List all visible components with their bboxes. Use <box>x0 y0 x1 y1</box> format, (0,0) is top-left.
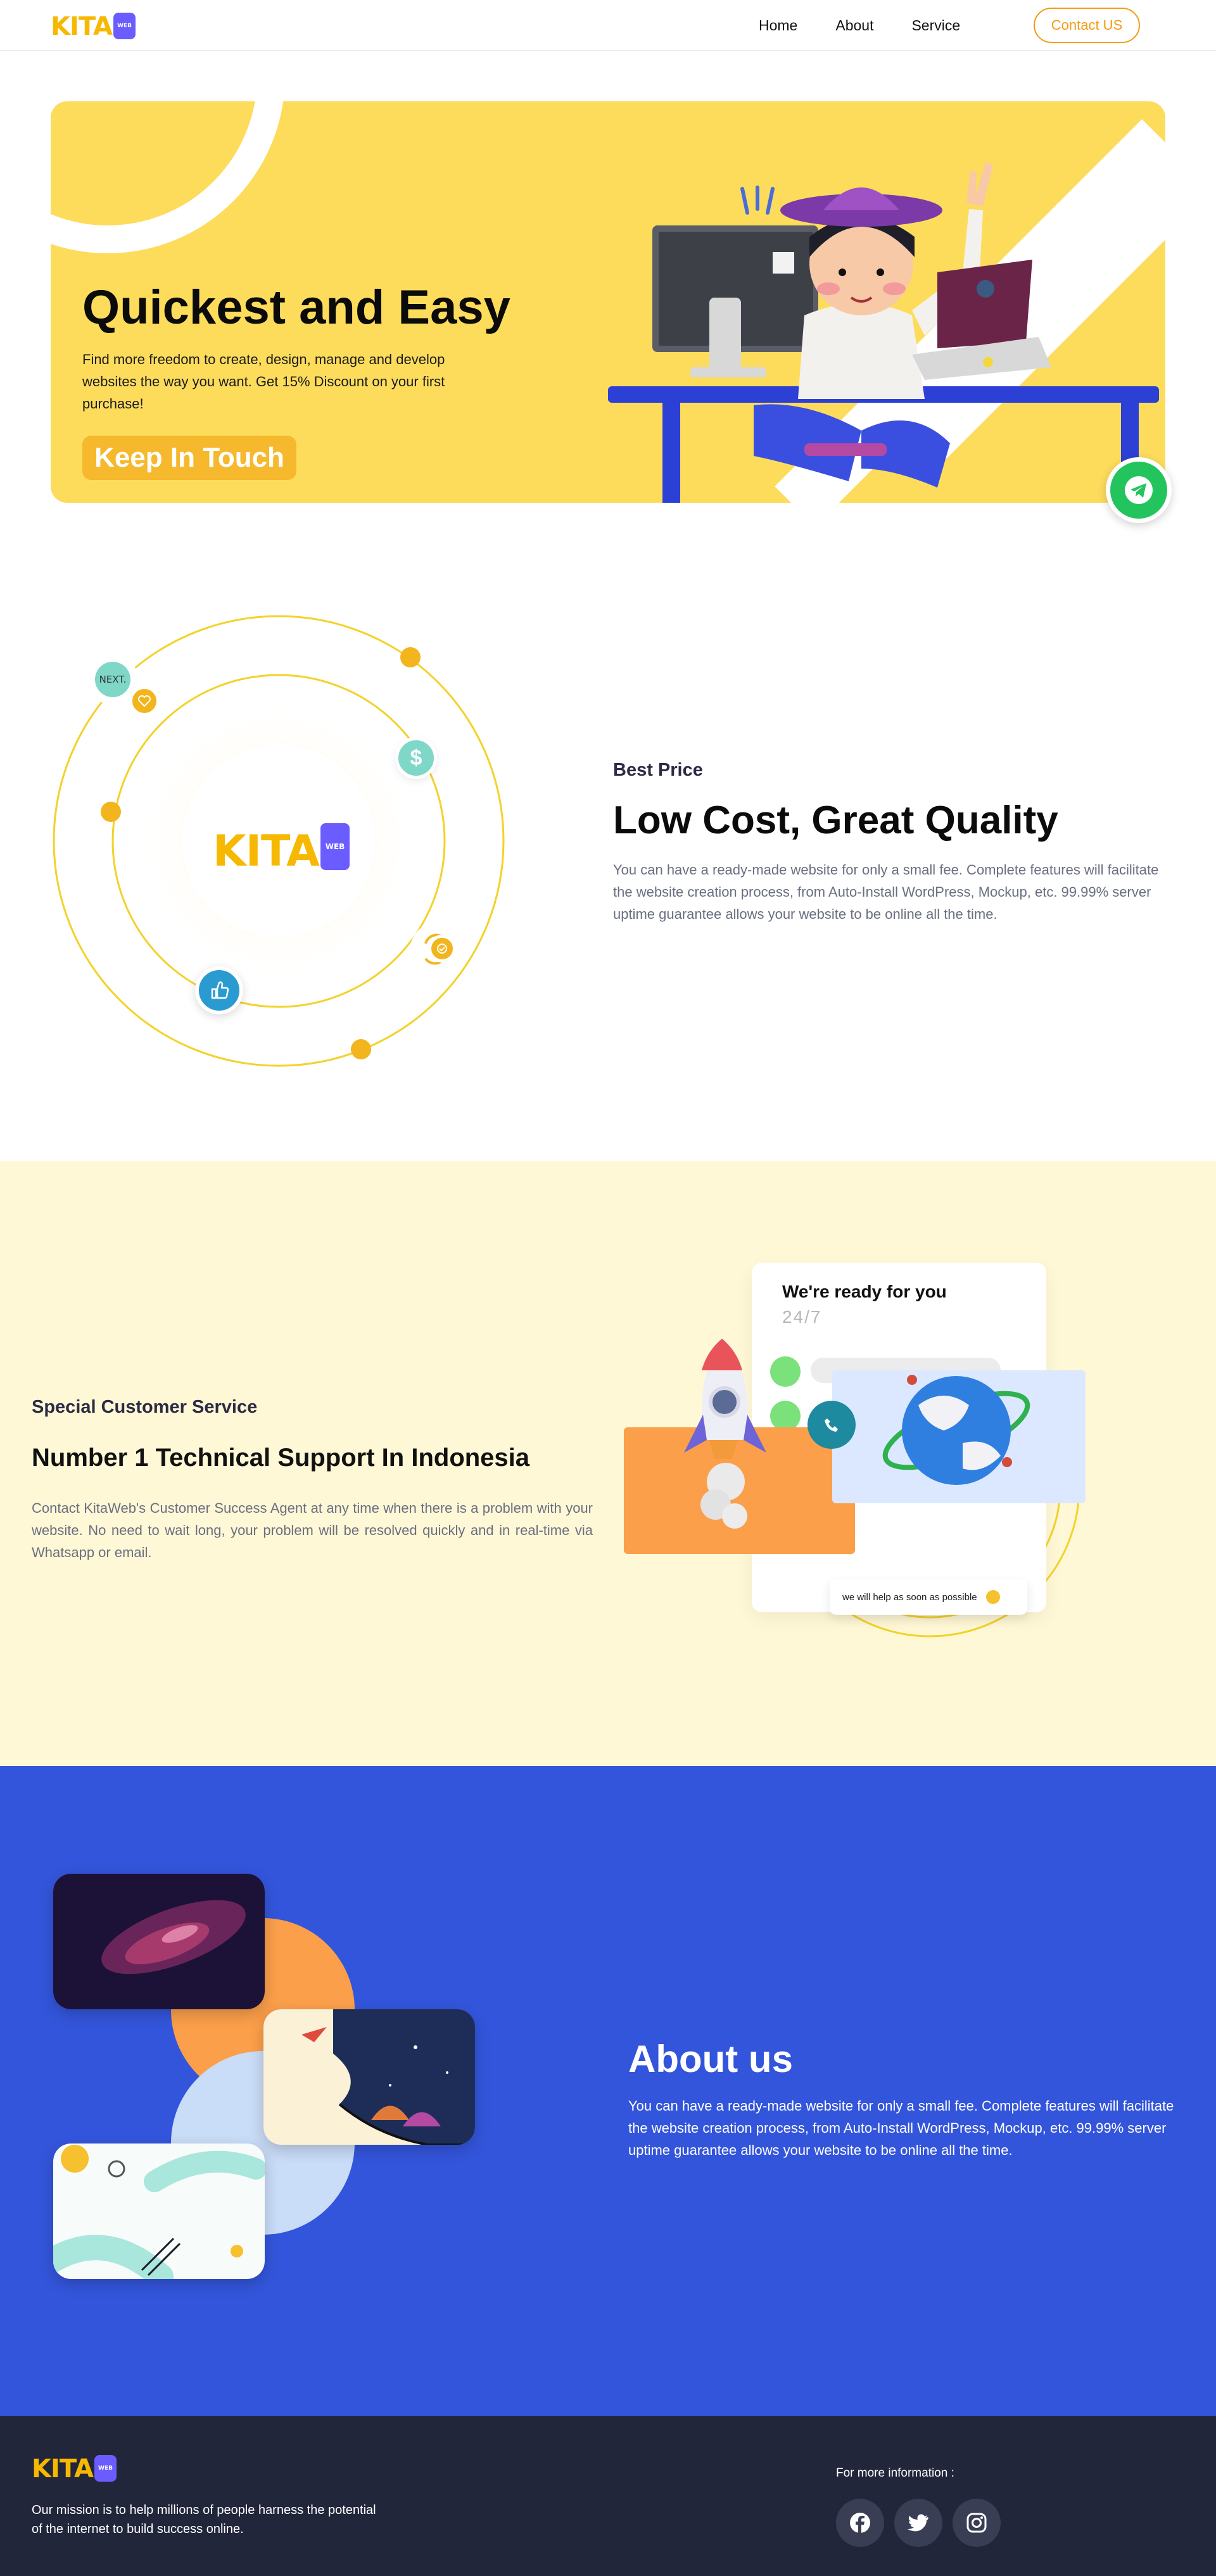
heart-icon <box>130 686 159 716</box>
hero-banner: Quickest and Easy Find more freedom to c… <box>51 101 1165 503</box>
galaxy-image <box>53 1874 265 2009</box>
support-description: Contact KitaWeb's Customer Success Agent… <box>32 1500 593 1560</box>
footer: KITA WEB Our mission is to help millions… <box>0 2416 1216 2576</box>
hero-title: Quickest and Easy <box>82 281 510 334</box>
footer-brand-logo[interactable]: KITA WEB <box>32 2455 117 2482</box>
chat-bubble: we will help as soon as possible <box>830 1579 1027 1615</box>
nav-home-link[interactable]: Home <box>759 17 797 34</box>
availability-hours: 24/7 <box>782 1307 822 1327</box>
nav-about-link[interactable]: About <box>835 17 873 34</box>
nextjs-label: NEXT. <box>99 674 127 685</box>
footer-brand-tag: WEB <box>94 2455 117 2482</box>
about-section: About us You can have a ready-made websi… <box>0 1766 1216 2416</box>
twitter-link[interactable] <box>894 2499 942 2547</box>
night-sky-image <box>263 2009 475 2145</box>
center-brand-name: KITA <box>213 826 320 876</box>
hero-decor-ring <box>51 101 285 253</box>
support-eyebrow: Special Customer Service <box>32 1397 258 1417</box>
pattern-image <box>53 2144 265 2279</box>
smile-emoji-icon <box>985 1590 1000 1604</box>
rocket-icon <box>684 1339 766 1529</box>
instagram-icon <box>966 2513 987 2533</box>
brand-logo[interactable]: KITA WEB <box>51 13 136 39</box>
keep-in-touch-button[interactable]: Keep In Touch <box>82 436 296 480</box>
features-title: Low Cost, Great Quality <box>613 799 1058 842</box>
support-illustration: We're ready for you 24/7 we will help as… <box>621 1244 1115 1687</box>
features-eyebrow: Best Price <box>613 760 703 780</box>
nextjs-badge: NEXT. <box>95 662 130 697</box>
about-description: You can have a ready-made website for on… <box>628 2098 1174 2158</box>
dollar-icon: $ <box>395 737 437 779</box>
chat-bubble-text: we will help as soon as possible <box>842 1591 977 1603</box>
support-title: Number 1 Technical Support In Indonesia <box>32 1444 530 1472</box>
about-title: About us <box>628 2038 793 2080</box>
support-section: Special Customer Service Number 1 Techni… <box>0 1161 1216 1766</box>
about-illustration <box>51 1874 481 2279</box>
top-navbar: KITA WEB Home About Service Contact US <box>0 0 1216 51</box>
check-circle-icon <box>428 935 456 963</box>
features-description: You can have a ready-made website for on… <box>613 862 1159 922</box>
thumbs-up-icon <box>195 966 243 1014</box>
nav-links: Home About Service <box>759 0 998 51</box>
hero-description: Find more freedom to create, design, man… <box>82 351 445 412</box>
globe-icon <box>882 1375 1030 1485</box>
telegram-icon <box>1125 476 1153 504</box>
developer-illustration <box>608 162 1159 503</box>
facebook-icon <box>850 2513 870 2533</box>
instagram-link[interactable] <box>953 2499 1001 2547</box>
twitter-icon <box>908 2514 928 2532</box>
brand-name: KITA <box>51 12 113 41</box>
facebook-link[interactable] <box>836 2499 884 2547</box>
center-brand-logo: KITA WEB <box>213 823 350 874</box>
phone-call-icon <box>808 1401 856 1449</box>
footer-brand-name: KITA <box>32 2454 94 2484</box>
contact-us-button[interactable]: Contact US <box>1034 8 1140 43</box>
brand-tag: WEB <box>113 13 136 39</box>
center-brand-tag: WEB <box>320 823 350 870</box>
nav-service-link[interactable]: Service <box>911 17 960 34</box>
footer-mission: Our mission is to help millions of peopl… <box>32 2503 376 2536</box>
telegram-chat-button[interactable] <box>1106 457 1172 523</box>
availability-title: We're ready for you <box>782 1282 947 1301</box>
footer-info-label: For more information : <box>836 2466 954 2480</box>
